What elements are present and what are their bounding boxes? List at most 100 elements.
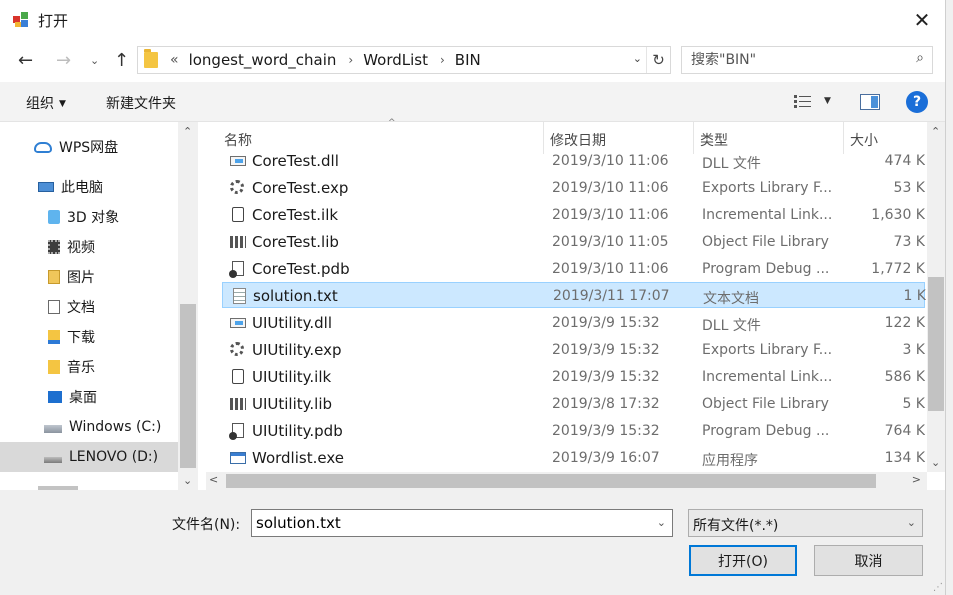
scroll-right-icon[interactable]: > <box>912 473 921 486</box>
address-bar[interactable]: « longest_word_chain › WordList › BIN ⌄ … <box>137 46 671 74</box>
file-date: 2019/3/9 15:32 <box>552 315 660 331</box>
back-button[interactable]: ← <box>18 50 33 71</box>
file-type: Object File Library <box>702 396 829 412</box>
command-bar: 组织 ▼ 新建文件夹 ▼ ? <box>0 82 945 122</box>
dll-icon <box>230 156 246 166</box>
file-size: 1,630 K <box>871 207 925 223</box>
view-options-dropdown[interactable]: ▼ <box>824 96 831 106</box>
file-row[interactable]: CoreTest.lib 2019/3/10 11:05 Object File… <box>222 229 925 255</box>
scroll-down-icon[interactable]: ⌄ <box>931 456 940 469</box>
breadcrumb-item[interactable]: WordList <box>363 51 428 69</box>
file-name: Wordlist.exe <box>252 449 344 467</box>
file-date: 2019/3/10 11:05 <box>552 234 669 250</box>
scroll-down-icon[interactable]: ⌄ <box>183 474 192 487</box>
file-size: 474 K <box>884 153 925 169</box>
file-type: Exports Library F... <box>702 342 833 358</box>
nav-item-label: LENOVO (D:) <box>69 449 159 465</box>
file-type: 文本文档 <box>703 291 759 307</box>
nav-item-this-pc[interactable]: 此电脑 <box>0 172 178 202</box>
file-row[interactable]: UIUtility.pdb 2019/3/9 15:32 Program Deb… <box>222 418 925 444</box>
nav-item-wps-cloud[interactable]: WPS网盘 <box>0 132 178 162</box>
file-row[interactable]: CoreTest.dll 2019/3/10 11:06 DLL 文件 474 … <box>222 148 925 174</box>
scroll-up-icon[interactable]: ⌃ <box>183 125 192 138</box>
nav-item-drive-d[interactable]: LENOVO (D:) <box>0 442 178 472</box>
nav-item-drive-c[interactable]: Windows (C:) <box>0 412 178 442</box>
search-icon[interactable]: ⌕ <box>916 50 924 66</box>
file-type-select[interactable]: 所有文件(*.*) ⌄ <box>688 509 923 537</box>
file-name: UIUtility.ilk <box>252 368 332 386</box>
address-dropdown-icon[interactable]: ⌄ <box>633 52 642 65</box>
file-date: 2019/3/9 15:32 <box>552 369 660 385</box>
breadcrumb-separator[interactable]: › <box>440 53 445 67</box>
help-icon[interactable]: ? <box>906 91 928 113</box>
music-icon <box>48 360 60 374</box>
file-row[interactable]: UIUtility.lib 2019/3/8 17:32 Object File… <box>222 391 925 417</box>
scroll-left-icon[interactable]: < <box>209 473 218 486</box>
file-size: 586 K <box>884 369 925 385</box>
file-row[interactable]: CoreTest.ilk 2019/3/10 11:06 Incremental… <box>222 202 925 228</box>
resize-grip-icon[interactable]: ⋰ <box>933 582 943 593</box>
breadcrumb-item[interactable]: BIN <box>455 51 481 69</box>
navigation-pane: WPS网盘 此电脑 3D 对象 视频 图片 文档 下载 音乐 桌面 Window… <box>0 122 200 490</box>
breadcrumb-overflow[interactable]: « <box>170 52 179 68</box>
nav-item-downloads[interactable]: 下载 <box>0 322 178 352</box>
horizontal-scrollbar[interactable]: < > <box>206 472 927 490</box>
scroll-thumb[interactable] <box>180 304 196 468</box>
nav-item-pictures[interactable]: 图片 <box>0 262 178 292</box>
file-name: CoreTest.exp <box>252 179 349 197</box>
file-size: 134 K <box>884 450 925 466</box>
nav-item-documents[interactable]: 文档 <box>0 292 178 322</box>
up-button[interactable]: ↑ <box>114 50 129 71</box>
file-row-selected[interactable]: solution.txt 2019/3/11 17:07 文本文档 1 K <box>222 282 926 308</box>
file-name: CoreTest.ilk <box>252 206 339 224</box>
new-folder-button[interactable]: 新建文件夹 <box>106 93 176 113</box>
organize-button[interactable]: 组织 ▼ <box>26 93 66 113</box>
recent-locations-button[interactable]: ⌄ <box>90 54 99 67</box>
close-button[interactable]: ✕ <box>899 0 945 40</box>
file-row[interactable]: CoreTest.exp 2019/3/10 11:06 Exports Lib… <box>222 175 925 201</box>
file-row[interactable]: Wordlist.exe 2019/3/9 16:07 应用程序 134 K <box>222 445 925 471</box>
chevron-down-icon[interactable]: ⌄ <box>657 516 666 529</box>
view-options-icon[interactable] <box>793 94 813 110</box>
lib-icon <box>230 398 246 410</box>
nav-item-label: 此电脑 <box>61 180 103 196</box>
nav-item-label: 桌面 <box>69 390 97 406</box>
nav-item-label: 下载 <box>67 330 95 346</box>
scroll-thumb[interactable] <box>226 474 876 488</box>
nav-item-label: Windows (C:) <box>69 419 162 435</box>
scroll-thumb[interactable] <box>928 277 944 411</box>
file-type: 应用程序 <box>702 453 758 469</box>
open-button[interactable]: 打开(O) <box>689 545 797 576</box>
nav-item-music[interactable]: 音乐 <box>0 352 178 382</box>
3d-objects-icon <box>48 210 60 224</box>
file-type: Object File Library <box>702 234 829 250</box>
cancel-button[interactable]: 取消 <box>814 545 923 576</box>
scroll-up-icon[interactable]: ⌃ <box>931 125 940 138</box>
file-row[interactable]: UIUtility.exp 2019/3/9 15:32 Exports Lib… <box>222 337 925 363</box>
column-header-label: 大小 <box>850 133 878 149</box>
nav-scrollbar[interactable]: ⌃ ⌄ <box>178 122 198 490</box>
breadcrumb-item[interactable]: longest_word_chain <box>189 51 337 69</box>
app-icon <box>13 12 28 27</box>
forward-button[interactable]: → <box>56 50 71 71</box>
file-name: UIUtility.lib <box>252 395 333 413</box>
refresh-button[interactable]: ↻ <box>646 47 670 73</box>
breadcrumb-separator[interactable]: › <box>348 53 353 67</box>
file-size: 73 K <box>893 234 925 250</box>
vertical-scrollbar[interactable]: ⌃ ⌄ <box>927 122 945 472</box>
file-date: 2019/3/9 15:32 <box>552 423 660 439</box>
nav-item-3d-objects[interactable]: 3D 对象 <box>0 202 178 232</box>
nav-item-videos[interactable]: 视频 <box>0 232 178 262</box>
ilk-icon <box>232 207 244 222</box>
file-row[interactable]: UIUtility.ilk 2019/3/9 15:32 Incremental… <box>222 364 925 390</box>
window-title: 打开 <box>38 12 69 30</box>
nav-item-desktop[interactable]: 桌面 <box>0 382 178 412</box>
search-input[interactable] <box>682 47 897 73</box>
exp-icon <box>230 180 244 194</box>
file-row[interactable]: UIUtility.dll 2019/3/9 15:32 DLL 文件 122 … <box>222 310 925 336</box>
refresh-icon: ↻ <box>652 51 665 69</box>
file-row[interactable]: CoreTest.pdb 2019/3/10 11:06 Program Deb… <box>222 256 925 282</box>
filename-input[interactable] <box>252 510 647 536</box>
preview-pane-icon[interactable] <box>860 94 880 110</box>
file-size: 5 K <box>902 396 925 412</box>
